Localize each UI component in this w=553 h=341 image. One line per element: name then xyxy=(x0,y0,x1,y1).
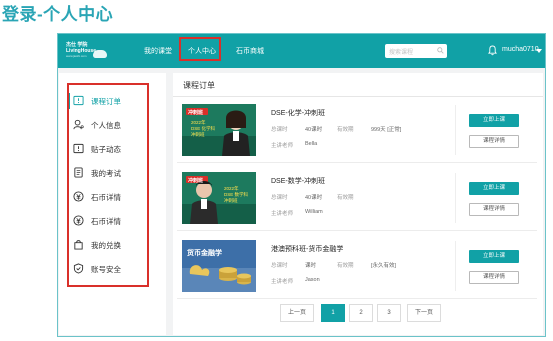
hours-label: 总课时 xyxy=(271,127,288,133)
sidebar-item-label: 账号安全 xyxy=(91,265,121,274)
app-window: 杰仕 学院 LivingHouse www.jieshi.com 我的课堂 个人… xyxy=(57,33,546,337)
enter-class-button[interactable]: 立即上课 xyxy=(469,114,519,127)
card-separator xyxy=(455,173,456,223)
logo-text: 杰仕 学院 LivingHouse xyxy=(66,42,96,54)
user-name[interactable]: mucha0710 xyxy=(502,46,539,53)
nav-personal-center[interactable]: 个人中心 xyxy=(188,46,216,56)
bell-icon[interactable] xyxy=(488,45,497,56)
prev-page-button[interactable]: 上一页 xyxy=(280,304,314,322)
title-divider xyxy=(173,96,543,97)
teacher-label: 主讲老师 xyxy=(271,211,294,217)
teacher-value: Bella xyxy=(305,141,318,147)
top-navigation-bar: 杰仕 学院 LivingHouse www.jieshi.com 我的课堂 个人… xyxy=(58,34,545,68)
course-name[interactable]: 港澳预科班-货币金融学 xyxy=(271,244,343,254)
sidebar-highlight-box xyxy=(67,83,149,287)
sidebar-item-label: 我的兑换 xyxy=(91,241,121,250)
card-separator xyxy=(455,241,456,291)
nav-coin-mall[interactable]: 石币商城 xyxy=(236,46,264,56)
logo-subtext: www.jieshi.com xyxy=(66,54,87,58)
thumbnail-line: 冲刺班 xyxy=(224,198,238,203)
valid-value: 999天 [正常] xyxy=(371,127,402,133)
course-thumbnail[interactable]: 货币金融学 xyxy=(182,240,256,292)
valid-value: [永久有效] xyxy=(371,263,397,269)
hours-value: 40课时 xyxy=(305,195,323,201)
sidebar-item-label: 我的考试 xyxy=(91,169,121,178)
thumbnail-line: 冲刺班 xyxy=(191,132,205,137)
sidebar-item-my-exchange[interactable]: 我的兑换 xyxy=(73,237,153,253)
sidebar-item-course-orders[interactable]: 课程订单 xyxy=(73,93,153,109)
enter-class-button[interactable]: 立即上课 xyxy=(469,182,519,195)
thumbnail-title: 货币金融学 xyxy=(187,250,222,257)
page-heading: 登录-个人中心 xyxy=(2,5,114,24)
sidebar-item-label: 石币详情 xyxy=(91,217,121,226)
exchange-icon xyxy=(74,240,83,250)
valid-label: 有效期 xyxy=(337,263,354,269)
course-detail-button[interactable]: 课程详情 xyxy=(469,271,519,284)
main-panel: 课程订单 冲刺班 2022年 DSE 化学科 冲刺班 DSE-化学-冲刺班 总课… xyxy=(173,73,543,335)
valid-label: 有效期 xyxy=(337,127,354,133)
sidebar-item-label: 个人信息 xyxy=(91,121,121,130)
teacher-value: William xyxy=(305,209,323,215)
sidebar-item-post-activity[interactable]: 贴子动态 xyxy=(73,141,153,157)
sidebar: 课程订单 个人信息 贴子动态 我的考试 石币详情 石币详情 我的兑换 账号安全 xyxy=(59,73,166,335)
hours-label: 总课时 xyxy=(271,195,288,201)
sidebar-item-label: 贴子动态 xyxy=(91,145,121,154)
shield-icon xyxy=(73,263,84,274)
sidebar-item-my-exams[interactable]: 我的考试 xyxy=(73,165,153,181)
enter-class-button[interactable]: 立即上课 xyxy=(469,250,519,263)
course-thumbnail[interactable]: 冲刺班 2022年 DSE 化学科 冲刺班 xyxy=(182,104,256,156)
nav-my-classroom[interactable]: 我的课堂 xyxy=(144,46,172,56)
thumbnail-tag: 冲刺班 xyxy=(188,110,204,116)
course-name[interactable]: DSE-数学-冲刺班 xyxy=(271,176,325,186)
search-box[interactable]: 搜索课程 xyxy=(385,44,447,58)
thumbnail-caption: 2022年 DSE 化学科 冲刺班 xyxy=(191,120,215,138)
sidebar-item-label: 石币详情 xyxy=(91,193,121,202)
sidebar-item-personal-info[interactable]: 个人信息 xyxy=(73,117,153,133)
page-button-3[interactable]: 3 xyxy=(377,304,401,322)
page-button-1[interactable]: 1 xyxy=(321,304,345,322)
hours-value: 40课时 xyxy=(305,127,323,133)
course-detail-button[interactable]: 课程详情 xyxy=(469,203,519,216)
post-icon xyxy=(73,143,84,154)
course-detail-button[interactable]: 课程详情 xyxy=(469,135,519,148)
exam-icon xyxy=(74,167,83,178)
next-page-button[interactable]: 下一页 xyxy=(407,304,441,322)
thumbnail-tag: 冲刺班 xyxy=(188,178,204,184)
teacher-value: Jason xyxy=(305,277,320,283)
search-icon[interactable] xyxy=(437,47,444,54)
card-separator xyxy=(455,105,456,155)
order-icon xyxy=(73,95,84,106)
course-card: 冲刺班 2022年 DSE 化学科 冲刺班 DSE-化学-冲刺班 总课时 40课… xyxy=(177,99,537,163)
teacher-label: 主讲老师 xyxy=(271,143,294,149)
sidebar-item-coin-details-2[interactable]: 石币详情 xyxy=(73,213,153,229)
course-card: 货币金融学 港澳预科班-货币金融学 总课时 课时 有效期 [永久有效] 主讲老师… xyxy=(177,235,537,299)
sidebar-item-coin-details[interactable]: 石币详情 xyxy=(73,189,153,205)
valid-label: 有效期 xyxy=(337,195,354,201)
page-button-2[interactable]: 2 xyxy=(349,304,373,322)
coin-icon xyxy=(73,191,84,202)
page-title: 课程订单 xyxy=(183,81,215,90)
course-thumbnail[interactable]: 冲刺班 2022年 DSE 数学科 冲刺班 xyxy=(182,172,256,224)
coin-icon xyxy=(73,215,84,226)
thumbnail-caption: 2022年 DSE 数学科 冲刺班 xyxy=(224,186,248,204)
teacher-label: 主讲老师 xyxy=(271,279,294,285)
search-input[interactable]: 搜索课程 xyxy=(389,47,413,56)
user-icon xyxy=(73,119,84,130)
course-name[interactable]: DSE-化学-冲刺班 xyxy=(271,108,325,118)
hours-label: 总课时 xyxy=(271,263,288,269)
sidebar-item-account-security[interactable]: 账号安全 xyxy=(73,261,153,277)
hours-value: 课时 xyxy=(305,263,317,269)
chevron-down-icon[interactable] xyxy=(536,49,542,53)
course-card: 冲刺班 2022年 DSE 数学科 冲刺班 DSE-数学-冲刺班 总课时 40课… xyxy=(177,167,537,231)
sidebar-item-label: 课程订单 xyxy=(91,97,121,106)
